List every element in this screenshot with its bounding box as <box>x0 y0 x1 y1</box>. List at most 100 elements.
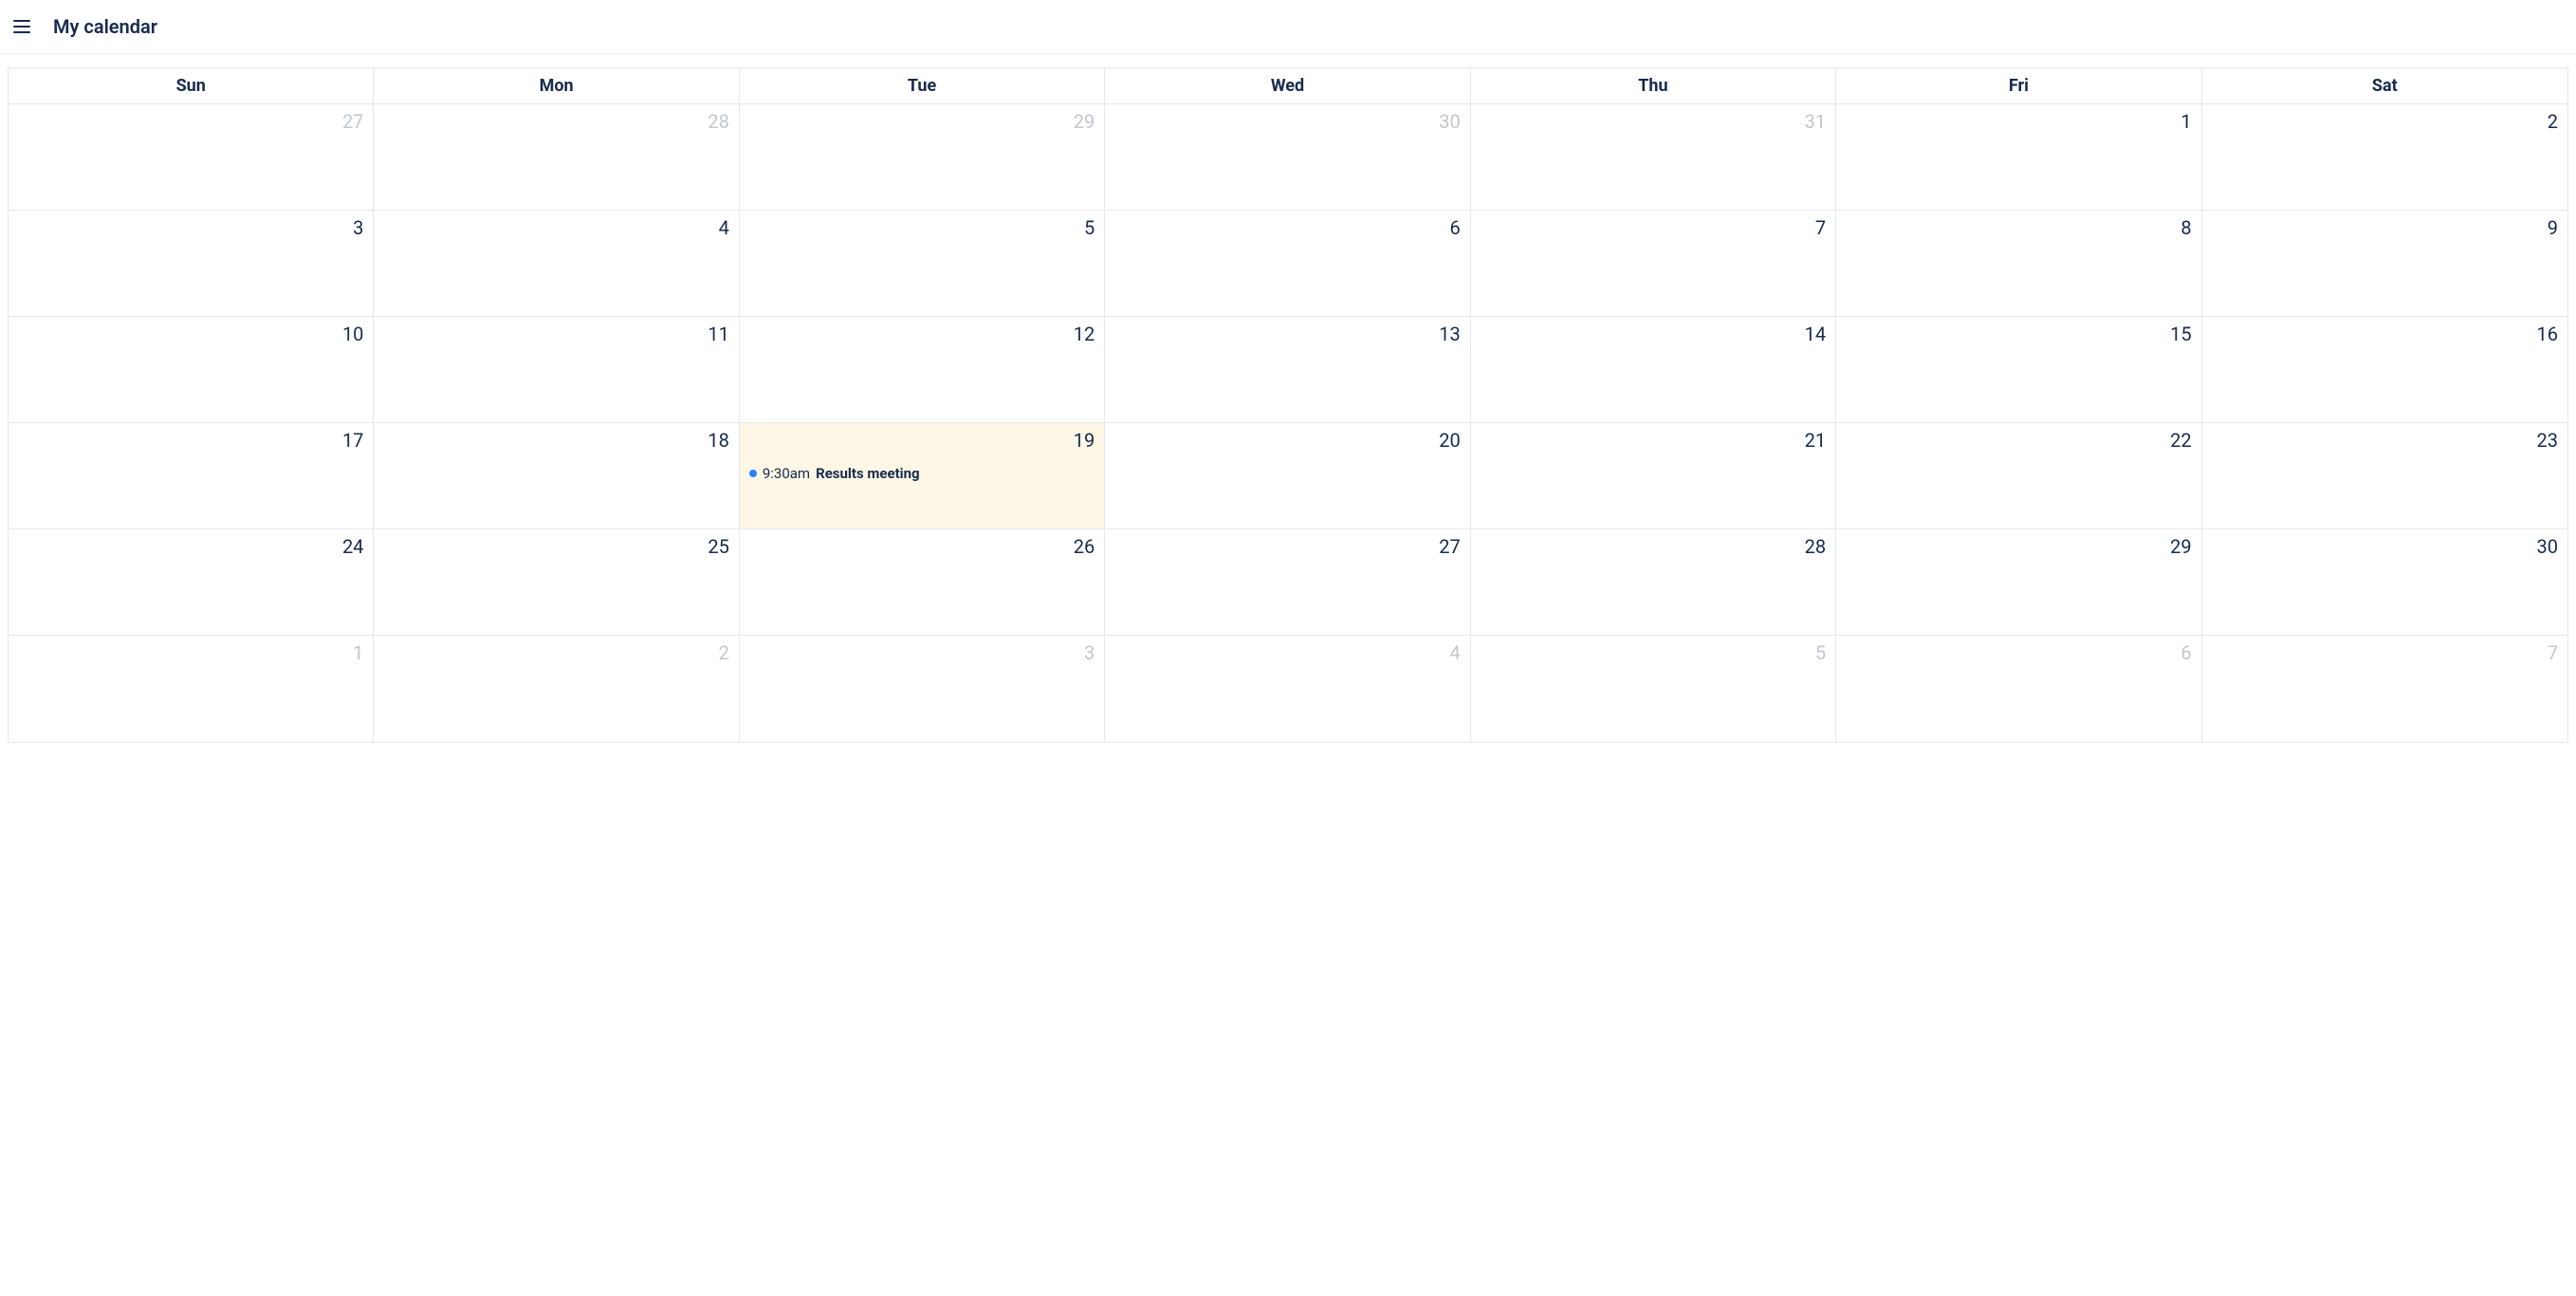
day-number: 21 <box>1481 429 1826 452</box>
day-cell[interactable]: 31 <box>1471 104 1836 211</box>
day-cell[interactable]: 3 <box>740 636 1105 742</box>
day-number: 11 <box>383 323 728 345</box>
day-header: Fri <box>1836 68 2201 104</box>
day-cell[interactable]: 9 <box>2202 211 2567 317</box>
day-cell[interactable]: 13 <box>1105 317 1470 423</box>
day-number: 23 <box>2212 429 2558 452</box>
day-number: 4 <box>383 216 728 239</box>
day-cell[interactable]: 25 <box>374 529 739 636</box>
day-cell[interactable]: 27 <box>1105 529 1470 636</box>
day-number: 2 <box>383 641 728 664</box>
day-cell[interactable]: 1 <box>1836 104 2201 211</box>
day-cell[interactable]: 30 <box>2202 529 2567 636</box>
event-time: 9:30am <box>763 465 810 482</box>
calendar-week: 3456789 <box>9 211 2567 317</box>
day-number: 5 <box>1481 641 1826 664</box>
day-cell[interactable]: 28 <box>1471 529 1836 636</box>
day-cell[interactable]: 4 <box>1105 636 1470 742</box>
day-number: 16 <box>2212 323 2558 345</box>
page-header: My calendar <box>0 0 2576 54</box>
day-number: 19 <box>749 429 1095 452</box>
day-cell[interactable]: 5 <box>1471 636 1836 742</box>
day-number: 1 <box>18 641 363 664</box>
day-number: 26 <box>749 535 1095 558</box>
day-cell[interactable]: 21 <box>1471 423 1836 529</box>
day-cell[interactable]: 8 <box>1836 211 2201 317</box>
day-cell[interactable]: 5 <box>740 211 1105 317</box>
day-number: 3 <box>749 641 1095 664</box>
day-number: 7 <box>2212 641 2558 664</box>
day-number: 6 <box>1846 641 2191 664</box>
day-cell[interactable]: 12 <box>740 317 1105 423</box>
day-number: 10 <box>18 323 363 345</box>
page-title: My calendar <box>53 15 157 38</box>
day-cell[interactable]: 18 <box>374 423 739 529</box>
day-header: Mon <box>374 68 739 104</box>
day-cell[interactable]: 24 <box>9 529 374 636</box>
day-cell[interactable]: 27 <box>9 104 374 211</box>
day-number: 24 <box>18 535 363 558</box>
day-cell[interactable]: 3 <box>9 211 374 317</box>
day-cell[interactable]: 16 <box>2202 317 2567 423</box>
day-number: 29 <box>1846 535 2191 558</box>
day-number: 27 <box>18 110 363 133</box>
calendar-event[interactable]: 9:30am Results meeting <box>749 465 1095 482</box>
day-cell[interactable]: 28 <box>374 104 739 211</box>
event-title: Results meeting <box>816 465 920 482</box>
day-number: 18 <box>383 429 728 452</box>
day-number: 12 <box>749 323 1095 345</box>
day-cell[interactable]: 7 <box>2202 636 2567 742</box>
day-cell[interactable]: 22 <box>1836 423 2201 529</box>
day-cell[interactable]: 20 <box>1105 423 1470 529</box>
day-number: 7 <box>1481 216 1826 239</box>
day-cell[interactable]: 10 <box>9 317 374 423</box>
event-dot-icon <box>749 470 757 477</box>
day-number: 28 <box>1481 535 1826 558</box>
day-cell[interactable]: 29 <box>740 104 1105 211</box>
day-number: 14 <box>1481 323 1826 345</box>
day-number: 5 <box>749 216 1095 239</box>
hamburger-menu-icon[interactable] <box>11 15 34 38</box>
calendar-week: 27 28 29 30 31 12 <box>9 104 2567 211</box>
day-cell[interactable]: 2 <box>374 636 739 742</box>
day-number: 17 <box>18 429 363 452</box>
day-cell[interactable]: 30 <box>1105 104 1470 211</box>
day-cell[interactable]: 11 <box>374 317 739 423</box>
day-number: 4 <box>1114 641 1460 664</box>
day-cell[interactable]: 6 <box>1105 211 1470 317</box>
day-number: 27 <box>1114 535 1460 558</box>
day-cell[interactable]: 14 <box>1471 317 1836 423</box>
day-number: 15 <box>1846 323 2191 345</box>
day-number: 31 <box>1481 110 1826 133</box>
day-cell[interactable]: 6 <box>1836 636 2201 742</box>
calendar-day-headers: SunMonTueWedThuFriSat <box>9 68 2567 104</box>
day-cell[interactable]: 23 <box>2202 423 2567 529</box>
day-number: 3 <box>18 216 363 239</box>
day-cell[interactable]: 26 <box>740 529 1105 636</box>
day-header: Tue <box>740 68 1105 104</box>
day-number: 6 <box>1114 216 1460 239</box>
day-number: 2 <box>2212 110 2558 133</box>
day-number: 28 <box>383 110 728 133</box>
day-number: 25 <box>383 535 728 558</box>
calendar-weeks: 2728293031123456789101112131415161718199… <box>9 104 2567 742</box>
calendar-week: 24 25 26 27 28 29 30 <box>9 529 2567 636</box>
day-header: Sun <box>9 68 374 104</box>
day-number: 1 <box>1846 110 2191 133</box>
day-number: 29 <box>749 110 1095 133</box>
day-cell[interactable]: 19 9:30am Results meeting <box>740 423 1105 529</box>
day-cell[interactable]: 7 <box>1471 211 1836 317</box>
day-cell[interactable]: 1 <box>9 636 374 742</box>
day-number: 22 <box>1846 429 2191 452</box>
day-cell[interactable]: 17 <box>9 423 374 529</box>
calendar-week: 10 11 12 13 14 15 16 <box>9 317 2567 423</box>
day-cell[interactable]: 2 <box>2202 104 2567 211</box>
day-number: 20 <box>1114 429 1460 452</box>
day-cell[interactable]: 29 <box>1836 529 2201 636</box>
day-header: Wed <box>1105 68 1470 104</box>
day-number: 9 <box>2212 216 2558 239</box>
calendar-week: 17 18 19 9:30am Results meeting 20 21 22 23 <box>9 423 2567 529</box>
day-cell[interactable]: 15 <box>1836 317 2201 423</box>
day-number: 13 <box>1114 323 1460 345</box>
day-cell[interactable]: 4 <box>374 211 739 317</box>
